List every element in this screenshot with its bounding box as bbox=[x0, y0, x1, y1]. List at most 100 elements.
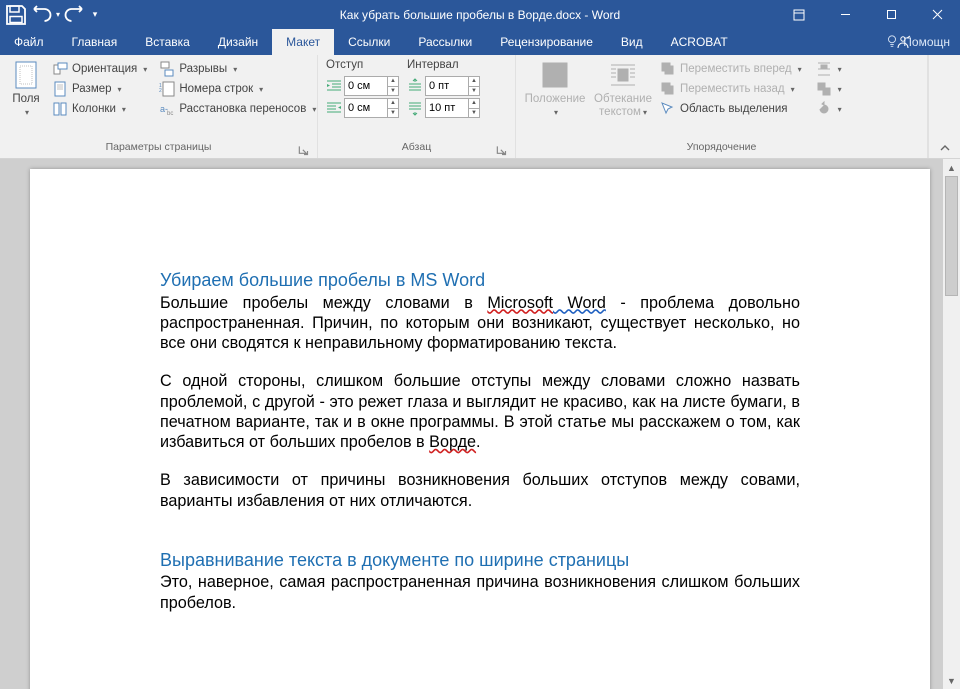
spin-up[interactable]: ▲ bbox=[388, 77, 398, 87]
align-icon bbox=[816, 61, 832, 77]
hyphenation-icon: a-bc bbox=[159, 101, 175, 117]
spin-up[interactable]: ▲ bbox=[388, 99, 398, 109]
columns-icon bbox=[52, 101, 68, 117]
group-arrange-label: Упорядочение bbox=[687, 141, 757, 153]
maximize-button[interactable] bbox=[868, 0, 914, 29]
breaks-icon bbox=[159, 61, 175, 77]
indent-right-input[interactable] bbox=[345, 99, 387, 117]
space-before-input[interactable] bbox=[426, 77, 468, 95]
tab-references[interactable]: Ссылки bbox=[334, 29, 404, 55]
tab-view[interactable]: Вид bbox=[607, 29, 657, 55]
bring-forward-icon bbox=[660, 61, 676, 77]
size-label: Размер bbox=[72, 83, 112, 95]
close-button[interactable] bbox=[914, 0, 960, 29]
line-numbers-label: Номера строк bbox=[179, 83, 253, 95]
tab-layout[interactable]: Макет bbox=[272, 29, 334, 55]
document-page[interactable]: Убираем большие пробелы в MS Word Больши… bbox=[30, 169, 930, 689]
doc-heading-1: Убираем большие пробелы в MS Word bbox=[160, 269, 800, 292]
scroll-track[interactable] bbox=[943, 176, 960, 672]
ribbon-tabs: Файл Главная Вставка Дизайн Макет Ссылки… bbox=[0, 29, 960, 55]
spin-down[interactable]: ▼ bbox=[469, 87, 479, 96]
selection-pane-icon bbox=[660, 101, 676, 117]
size-icon bbox=[52, 81, 68, 97]
qat-customize[interactable]: ▾ bbox=[88, 3, 102, 27]
hyphenation-label: Расстановка переносов bbox=[179, 103, 306, 115]
position-icon bbox=[539, 59, 571, 91]
spin-up[interactable]: ▲ bbox=[469, 77, 479, 87]
tab-mailings[interactable]: Рассылки bbox=[404, 29, 486, 55]
save-button[interactable] bbox=[4, 3, 28, 27]
tell-me[interactable]: Помощн bbox=[875, 29, 960, 55]
group-page-setup-label: Параметры страницы bbox=[106, 141, 212, 153]
window-title: Как убрать большие пробелы в Ворде.docx … bbox=[340, 8, 620, 22]
line-numbers-icon: 12 bbox=[159, 81, 175, 97]
spin-down[interactable]: ▼ bbox=[388, 109, 398, 118]
bring-forward-button: Переместить вперед▾ bbox=[656, 59, 806, 79]
group-objects-button: ▾ bbox=[812, 79, 846, 99]
tab-acrobat[interactable]: ACROBAT bbox=[657, 29, 742, 55]
send-backward-button: Переместить назад▾ bbox=[656, 79, 806, 99]
redo-button[interactable] bbox=[64, 3, 88, 27]
line-numbers-button[interactable]: 12Номера строк▾ bbox=[155, 79, 320, 99]
space-after-icon bbox=[407, 100, 423, 116]
spin-up[interactable]: ▲ bbox=[469, 99, 479, 109]
hyphenation-button[interactable]: a-bcРасстановка переносов▾ bbox=[155, 99, 320, 119]
rotate-button: ▾ bbox=[812, 99, 846, 119]
ribbon-display-options[interactable] bbox=[776, 0, 822, 29]
breaks-label: Разрывы bbox=[179, 63, 227, 75]
svg-text:2: 2 bbox=[159, 88, 162, 94]
scroll-up-button[interactable]: ▲ bbox=[943, 159, 960, 176]
selection-pane-label: Область выделения bbox=[680, 103, 788, 115]
window-controls bbox=[776, 0, 960, 29]
tab-file[interactable]: Файл bbox=[0, 29, 58, 55]
doc-paragraph-2: С одной стороны, слишком большие отступы… bbox=[160, 371, 800, 452]
scroll-down-button[interactable]: ▼ bbox=[943, 672, 960, 689]
vertical-scrollbar[interactable]: ▲ ▼ bbox=[943, 159, 960, 689]
tab-review[interactable]: Рецензирование bbox=[486, 29, 607, 55]
scroll-thumb[interactable] bbox=[945, 176, 958, 296]
page-setup-launcher[interactable] bbox=[297, 144, 311, 158]
send-backward-icon bbox=[660, 81, 676, 97]
margins-label: Поля bbox=[12, 93, 39, 105]
spin-down[interactable]: ▼ bbox=[388, 87, 398, 96]
tab-design[interactable]: Дизайн bbox=[204, 29, 272, 55]
indent-left-input[interactable] bbox=[345, 77, 387, 95]
indent-left-icon bbox=[326, 78, 342, 94]
tab-home[interactable]: Главная bbox=[58, 29, 132, 55]
spin-down[interactable]: ▼ bbox=[469, 109, 479, 118]
space-before-spinner[interactable]: ▲▼ bbox=[425, 76, 480, 96]
wrap-icon bbox=[607, 59, 639, 91]
space-after-spinner[interactable]: ▲▼ bbox=[425, 98, 480, 118]
svg-text:bc: bc bbox=[167, 111, 173, 117]
indent-left-spinner[interactable]: ▲▼ bbox=[344, 76, 399, 96]
group-arrange: Положение▾ Обтекание текстом▾ Переместит… bbox=[516, 55, 928, 158]
paragraph-launcher[interactable] bbox=[495, 144, 509, 158]
selection-pane-button[interactable]: Область выделения bbox=[656, 99, 806, 119]
doc-paragraph-3: В зависимости от причины возникновения б… bbox=[160, 470, 800, 511]
columns-label: Колонки bbox=[72, 103, 116, 115]
breaks-button[interactable]: Разрывы▾ bbox=[155, 59, 320, 79]
bring-forward-label: Переместить вперед bbox=[680, 63, 792, 75]
orientation-icon bbox=[52, 61, 68, 77]
columns-button[interactable]: Колонки▾ bbox=[48, 99, 151, 119]
group-paragraph-label: Абзац bbox=[402, 141, 431, 153]
send-backward-label: Переместить назад bbox=[680, 83, 785, 95]
share-button[interactable] bbox=[894, 29, 912, 55]
undo-button[interactable] bbox=[28, 3, 52, 27]
position-button: Положение▾ bbox=[520, 57, 590, 118]
align-button: ▾ bbox=[812, 59, 846, 79]
minimize-button[interactable] bbox=[822, 0, 868, 29]
document-area: Убираем большие пробелы в MS Word Больши… bbox=[0, 159, 960, 689]
undo-dropdown[interactable]: ▾ bbox=[52, 3, 64, 27]
tab-insert[interactable]: Вставка bbox=[131, 29, 204, 55]
margins-button[interactable]: Поля▾ bbox=[4, 57, 48, 118]
space-after-input[interactable] bbox=[426, 99, 468, 117]
indent-right-spinner[interactable]: ▲▼ bbox=[344, 98, 399, 118]
collapse-ribbon-button[interactable] bbox=[928, 55, 960, 158]
doc-paragraph-1: Большие пробелы между словами в Microsof… bbox=[160, 293, 800, 354]
orientation-button[interactable]: Ориентация▾ bbox=[48, 59, 151, 79]
group-page-setup: Поля▾ Ориентация▾ Размер▾ Колонки▾ Разры… bbox=[0, 55, 318, 158]
group-icon bbox=[816, 81, 832, 97]
spacing-heading: Интервал bbox=[407, 59, 480, 71]
size-button[interactable]: Размер▾ bbox=[48, 79, 151, 99]
